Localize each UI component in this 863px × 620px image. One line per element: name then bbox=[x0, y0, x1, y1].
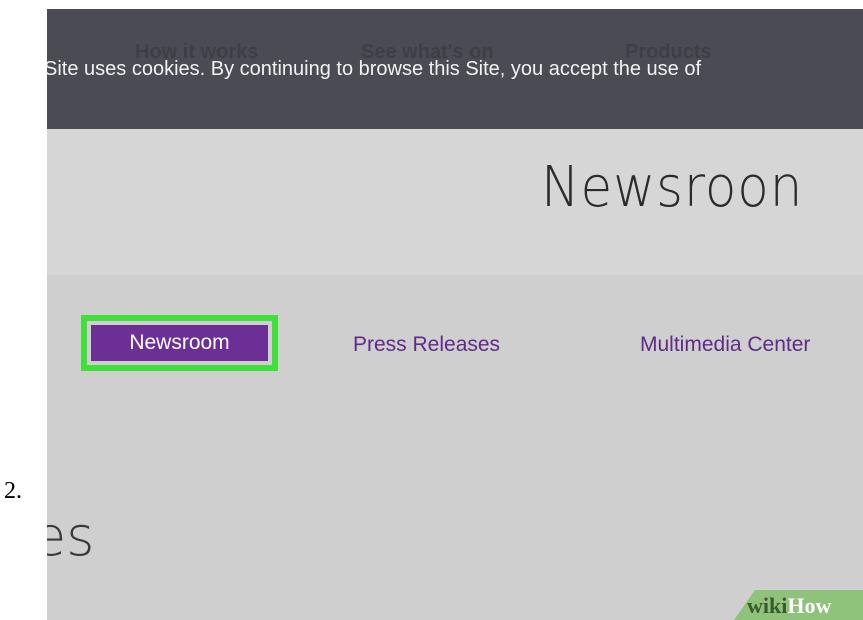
wikihow-watermark: wikiHow bbox=[747, 593, 831, 619]
subnav-item-multimedia-center[interactable]: Multimedia Center bbox=[640, 333, 810, 357]
subnav-item-newsroom[interactable]: Newsroom bbox=[91, 325, 268, 361]
cookie-notice-text: Site uses cookies. By continuing to brow… bbox=[47, 58, 702, 80]
watermark-part-2: How bbox=[787, 593, 832, 618]
section-heading: es bbox=[47, 505, 95, 568]
watermark-part-1: wiki bbox=[747, 593, 788, 618]
browser-screenshot: How it works See what's on Products Site… bbox=[47, 9, 863, 620]
step-number: 2. bbox=[4, 478, 22, 504]
hero-section: Newsroon bbox=[47, 129, 863, 275]
cookie-banner: How it works See what's on Products Site… bbox=[47, 9, 863, 129]
subnav-item-press-releases[interactable]: Press Releases bbox=[353, 333, 500, 357]
page-title: Newsroon bbox=[541, 155, 804, 220]
newsroom-subnav: Newsroom Press Releases Multimedia Cente… bbox=[47, 275, 863, 620]
